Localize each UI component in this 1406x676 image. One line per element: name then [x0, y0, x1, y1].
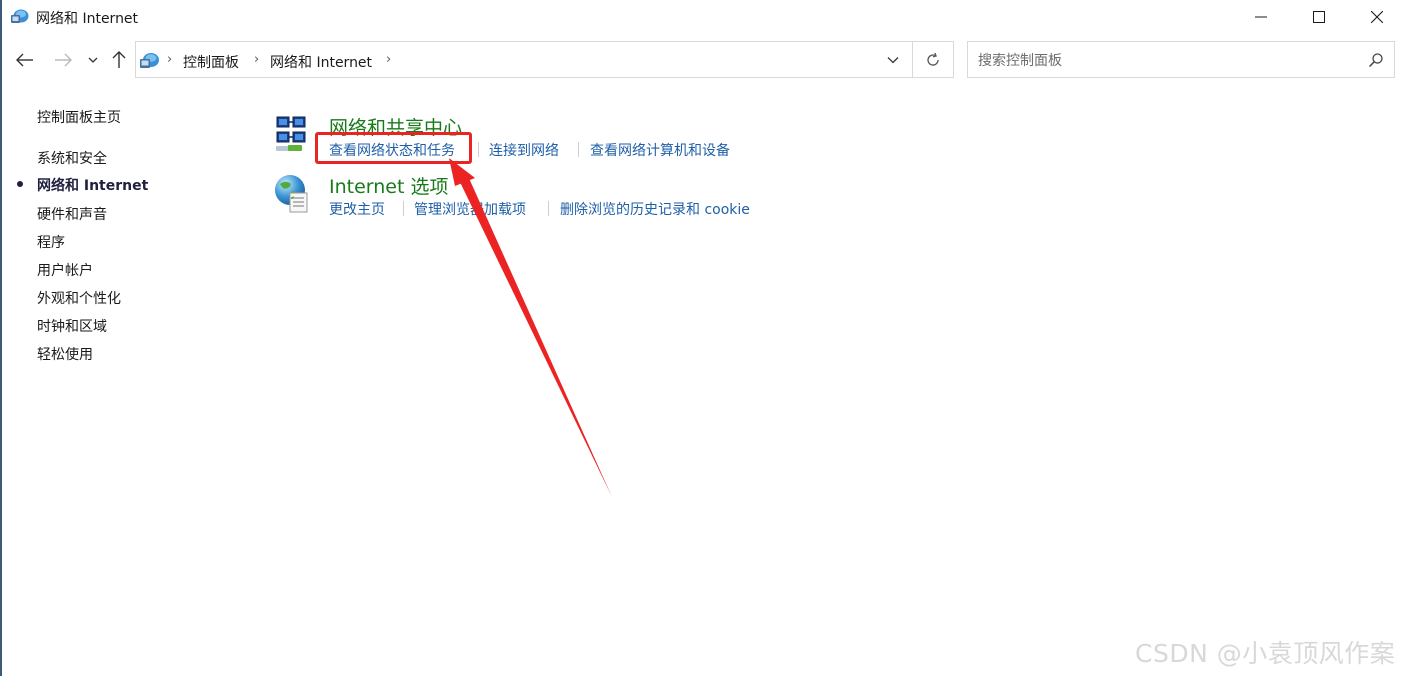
- breadcrumb-separator[interactable]: ›: [254, 52, 259, 67]
- refresh-icon: [927, 52, 939, 66]
- view-network-computers-link[interactable]: 查看网络计算机和设备: [590, 140, 730, 160]
- recent-locations-button[interactable]: [84, 48, 102, 72]
- close-icon: [1371, 11, 1383, 23]
- refresh-button[interactable]: [913, 42, 953, 77]
- sidebar-item-system-security[interactable]: 系统和安全: [37, 148, 107, 168]
- arrow-left-icon: [16, 53, 33, 67]
- sidebar-item-ease-of-access[interactable]: 轻松使用: [37, 344, 93, 364]
- sidebar-item-programs[interactable]: 程序: [37, 232, 65, 252]
- sidebar-item-appearance[interactable]: 外观和个性化: [37, 288, 121, 308]
- watermark: CSDN @小袁顶风作案: [1135, 639, 1396, 668]
- sidebar-item-network-internet[interactable]: 网络和 Internet: [37, 175, 148, 195]
- window-left-edge: [0, 0, 2, 676]
- link-separator: [548, 201, 549, 216]
- back-button[interactable]: [14, 48, 36, 72]
- network-sharing-center-icon: [274, 114, 310, 154]
- delete-browsing-history-link[interactable]: 删除浏览的历史记录和 cookie: [560, 199, 750, 219]
- sidebar-item-user-accounts[interactable]: 用户帐户: [37, 260, 93, 280]
- control-panel-icon: [139, 50, 161, 70]
- maximize-button[interactable]: [1290, 0, 1348, 34]
- address-history-dropdown[interactable]: [874, 42, 912, 77]
- internet-options-title[interactable]: Internet 选项: [329, 172, 448, 199]
- search-box[interactable]: [967, 41, 1395, 78]
- link-separator: [578, 142, 579, 157]
- annotation-arrow: [449, 158, 612, 497]
- sidebar-item-hardware-sound[interactable]: 硬件和声音: [37, 204, 107, 224]
- control-panel-window: 网络和 Internet › 控制面板 › 网络和 Internet › 搜索控…: [0, 0, 1406, 676]
- link-separator: [478, 142, 479, 157]
- internet-options-globe-icon: [274, 173, 310, 213]
- manage-addons-link[interactable]: 管理浏览器加载项: [414, 199, 526, 219]
- search-icon[interactable]: [1368, 52, 1384, 68]
- up-button[interactable]: [108, 48, 130, 72]
- breadcrumb-network-internet[interactable]: 网络和 Internet: [270, 52, 372, 72]
- arrow-right-icon: [55, 53, 72, 67]
- sidebar-item-clock-region[interactable]: 时钟和区域: [37, 316, 107, 336]
- breadcrumb-control-panel[interactable]: 控制面板: [183, 52, 239, 72]
- title-bar: 网络和 Internet: [0, 0, 1406, 34]
- annotation-highlight-box: [315, 132, 472, 164]
- arrow-up-icon: [112, 51, 126, 68]
- sidebar-home-link[interactable]: 控制面板主页: [37, 107, 121, 127]
- minimize-button[interactable]: [1232, 0, 1290, 34]
- maximize-icon: [1313, 11, 1325, 23]
- breadcrumb-separator[interactable]: ›: [386, 52, 391, 67]
- address-bar[interactable]: › 控制面板 › 网络和 Internet ›: [135, 41, 954, 78]
- change-homepage-link[interactable]: 更改主页: [329, 199, 385, 219]
- breadcrumb-separator: ›: [167, 52, 173, 67]
- connect-to-network-link[interactable]: 连接到网络: [489, 140, 559, 160]
- chevron-down-icon: [887, 56, 899, 63]
- chevron-down-icon: [88, 57, 98, 63]
- search-input[interactable]: [976, 48, 1360, 73]
- close-button[interactable]: [1348, 0, 1406, 34]
- minimize-icon: [1255, 16, 1267, 18]
- link-separator: [403, 201, 404, 216]
- forward-button[interactable]: [52, 48, 74, 72]
- window-title: 网络和 Internet: [36, 11, 139, 27]
- network-folder-icon: [10, 7, 30, 25]
- active-bullet: [17, 181, 23, 187]
